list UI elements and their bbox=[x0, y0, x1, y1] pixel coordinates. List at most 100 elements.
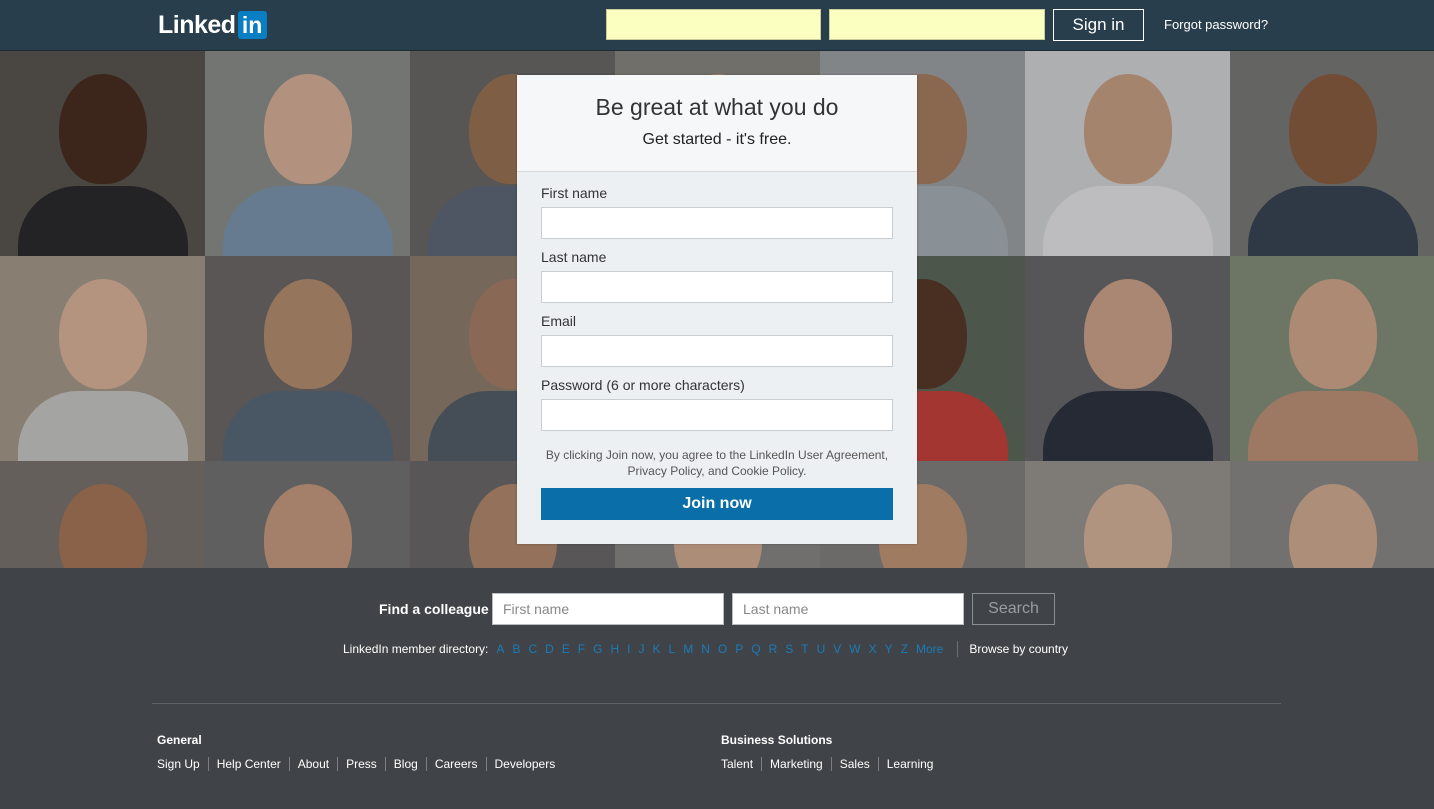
directory-letter-j[interactable]: J bbox=[639, 642, 645, 656]
footer-business-heading: Business Solutions bbox=[721, 733, 833, 747]
footer-link-separator bbox=[384, 757, 386, 771]
footer-link-talent[interactable]: Talent bbox=[721, 757, 753, 771]
directory-letter-s[interactable]: S bbox=[785, 642, 793, 656]
find-last-name-input[interactable]: Last name bbox=[732, 593, 964, 625]
login-email-input[interactable] bbox=[606, 9, 821, 40]
footer-link-blog[interactable]: Blog bbox=[394, 757, 418, 771]
directory-letter-w[interactable]: W bbox=[849, 642, 860, 656]
directory-letters: A B C D E F G H I J K L M N O P Q R S T U V W X Y Z More bbox=[496, 642, 951, 656]
photo-tile bbox=[1025, 51, 1230, 256]
first-name-label: First name bbox=[541, 185, 608, 201]
footer-general-section: General Sign Up Help Center About Press Blog… bbox=[157, 733, 555, 771]
footer-link-separator bbox=[288, 757, 290, 771]
signup-card-header: Be great at what you do Get started - it… bbox=[517, 75, 917, 172]
footer-link-separator bbox=[207, 757, 209, 771]
browse-by-country-link[interactable]: Browse by country bbox=[969, 642, 1068, 656]
legal-line-2: Privacy Policy, and Cookie Policy. bbox=[627, 464, 807, 478]
directory-letter-m[interactable]: M bbox=[683, 642, 693, 656]
photo-tile bbox=[205, 51, 410, 256]
footer-link-press[interactable]: Press bbox=[346, 757, 377, 771]
last-name-input[interactable] bbox=[541, 271, 893, 303]
directory-letter-d[interactable]: D bbox=[545, 642, 554, 656]
directory-letter-q[interactable]: Q bbox=[751, 642, 760, 656]
photo-tile bbox=[1230, 51, 1434, 256]
footer-link-sales[interactable]: Sales bbox=[840, 757, 870, 771]
footer-link-learning[interactable]: Learning bbox=[887, 757, 934, 771]
directory-letter-u[interactable]: U bbox=[817, 642, 826, 656]
top-navbar: Linked in Sign in Forgot password? bbox=[0, 0, 1434, 51]
photo-tile bbox=[205, 461, 410, 568]
directory-letter-n[interactable]: N bbox=[701, 642, 710, 656]
footer-general-heading: General bbox=[157, 733, 202, 747]
directory-letter-x[interactable]: X bbox=[869, 642, 877, 656]
directory-letter-k[interactable]: K bbox=[653, 642, 661, 656]
legal-line-1: By clicking Join now, you agree to the L… bbox=[545, 448, 889, 462]
photo-tile bbox=[0, 51, 205, 256]
login-password-input[interactable] bbox=[829, 9, 1045, 40]
directory-letter-t[interactable]: T bbox=[801, 642, 808, 656]
directory-letter-b[interactable]: B bbox=[512, 642, 520, 656]
footer-link-separator bbox=[877, 757, 879, 771]
directory-letter-o[interactable]: O bbox=[718, 642, 727, 656]
logo-wordmark: Linked bbox=[158, 10, 236, 39]
password-label: Password (6 or more characters) bbox=[541, 377, 745, 393]
photo-tile bbox=[1025, 256, 1230, 461]
footer-link-separator bbox=[425, 757, 427, 771]
find-first-name-placeholder: First name bbox=[503, 601, 570, 617]
directory-letter-h[interactable]: H bbox=[610, 642, 619, 656]
photo-tile bbox=[1230, 256, 1434, 461]
directory-letter-z[interactable]: Z bbox=[901, 642, 908, 656]
photo-tile bbox=[0, 461, 205, 568]
photo-tile bbox=[205, 256, 410, 461]
directory-letter-v[interactable]: V bbox=[833, 642, 841, 656]
photo-tile bbox=[1025, 461, 1230, 568]
directory-divider bbox=[957, 641, 959, 657]
footer-link-help-center[interactable]: Help Center bbox=[217, 757, 281, 771]
directory-letter-e[interactable]: E bbox=[562, 642, 570, 656]
footer-link-careers[interactable]: Careers bbox=[435, 757, 478, 771]
signup-title: Be great at what you do bbox=[595, 94, 839, 120]
footer-link-developers[interactable]: Developers bbox=[495, 757, 556, 771]
directory-letter-a[interactable]: A bbox=[496, 642, 504, 656]
directory-letter-r[interactable]: R bbox=[769, 642, 778, 656]
footer-divider bbox=[152, 703, 1281, 704]
email-label: Email bbox=[541, 313, 577, 329]
footer-link-marketing[interactable]: Marketing bbox=[770, 757, 823, 771]
find-colleague-bar: Find a colleague First name Last name Se… bbox=[0, 593, 1434, 625]
footer-link-separator bbox=[830, 757, 832, 771]
linkedin-logo[interactable]: Linked in bbox=[158, 10, 267, 40]
footer-business-links: Talent Marketing Sales Learning bbox=[721, 757, 933, 771]
find-first-name-input[interactable]: First name bbox=[492, 593, 724, 625]
find-last-name-placeholder: Last name bbox=[743, 601, 809, 617]
footer-link-separator bbox=[761, 757, 763, 771]
directory-letter-more[interactable]: More bbox=[916, 642, 943, 656]
directory-letter-g[interactable]: G bbox=[593, 642, 602, 656]
last-name-label: Last name bbox=[541, 249, 607, 265]
photo-tile bbox=[0, 256, 205, 461]
directory-letter-p[interactable]: P bbox=[735, 642, 743, 656]
forgot-password-link[interactable]: Forgot password? bbox=[1164, 17, 1268, 32]
footer-link-separator bbox=[485, 757, 487, 771]
legal-notice: By clicking Join now, you agree to the L… bbox=[541, 447, 893, 479]
directory-letter-f[interactable]: F bbox=[578, 642, 585, 656]
find-colleague-label: Find a colleague bbox=[379, 601, 489, 617]
password-input[interactable] bbox=[541, 399, 893, 431]
directory-letter-y[interactable]: Y bbox=[885, 642, 893, 656]
signup-subtitle: Get started - it's free. bbox=[642, 131, 792, 148]
signup-form: First name Last name Email Password (6 o… bbox=[517, 172, 917, 520]
footer-business-section: Business Solutions Talent Marketing Sales L… bbox=[721, 733, 933, 771]
footer-link-sign-up[interactable]: Sign Up bbox=[157, 757, 200, 771]
first-name-input[interactable] bbox=[541, 207, 893, 239]
member-directory: LinkedIn member directory: ABCDEFGHIJKLM… bbox=[343, 641, 1068, 657]
signup-card: Be great at what you do Get started - it… bbox=[517, 75, 917, 544]
directory-label: LinkedIn member directory: bbox=[343, 642, 489, 656]
footer-link-separator bbox=[337, 757, 339, 771]
join-now-button[interactable]: Join now bbox=[541, 488, 893, 520]
email-input[interactable] bbox=[541, 335, 893, 367]
footer-link-about[interactable]: About bbox=[298, 757, 329, 771]
find-search-button[interactable]: Search bbox=[972, 593, 1055, 625]
sign-in-button[interactable]: Sign in bbox=[1053, 9, 1144, 41]
directory-letter-l[interactable]: L bbox=[669, 642, 676, 656]
directory-letter-i[interactable]: I bbox=[627, 642, 630, 656]
directory-letter-c[interactable]: C bbox=[528, 642, 537, 656]
